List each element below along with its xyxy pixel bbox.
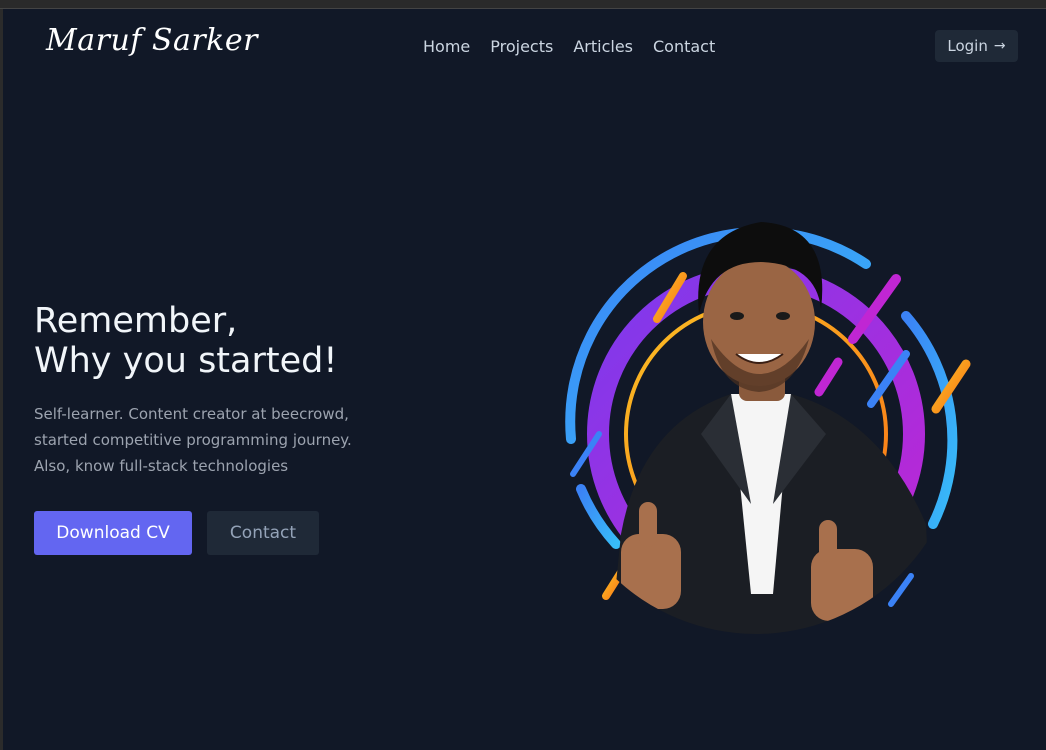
hero-title-line2: Why you started! <box>34 341 338 381</box>
hero-desc-line1: Self-learner. Content creator at beecrow… <box>34 405 349 423</box>
hero-desc-line3: Also, know full-stack technologies <box>34 457 289 475</box>
profile-photo-with-colorful-ring <box>565 222 971 634</box>
contact-button[interactable]: Contact <box>207 511 319 555</box>
nav-articles[interactable]: Articles <box>573 37 633 56</box>
hero-description: Self-learner. Content creator at beecrow… <box>34 401 374 479</box>
nav-home[interactable]: Home <box>423 37 470 56</box>
browser-top-strip <box>0 0 1046 9</box>
nav-contact[interactable]: Contact <box>653 37 715 56</box>
hero-title-line1: Remember, <box>34 301 238 341</box>
hero-desc-line2: started competitive programming journey. <box>34 431 352 449</box>
site-logo[interactable]: Maruf Sarker <box>46 23 258 58</box>
page-container: Maruf Sarker Home Projects Articles Cont… <box>3 9 1046 750</box>
nav-projects[interactable]: Projects <box>490 37 553 56</box>
main-nav: Home Projects Articles Contact <box>423 37 715 56</box>
arrow-right-icon: → <box>993 38 1006 54</box>
login-label: Login <box>947 37 988 55</box>
hero-title: Remember, Why you started! <box>34 301 337 381</box>
download-cv-button[interactable]: Download CV <box>34 511 192 555</box>
login-button[interactable]: Login → <box>935 30 1018 62</box>
